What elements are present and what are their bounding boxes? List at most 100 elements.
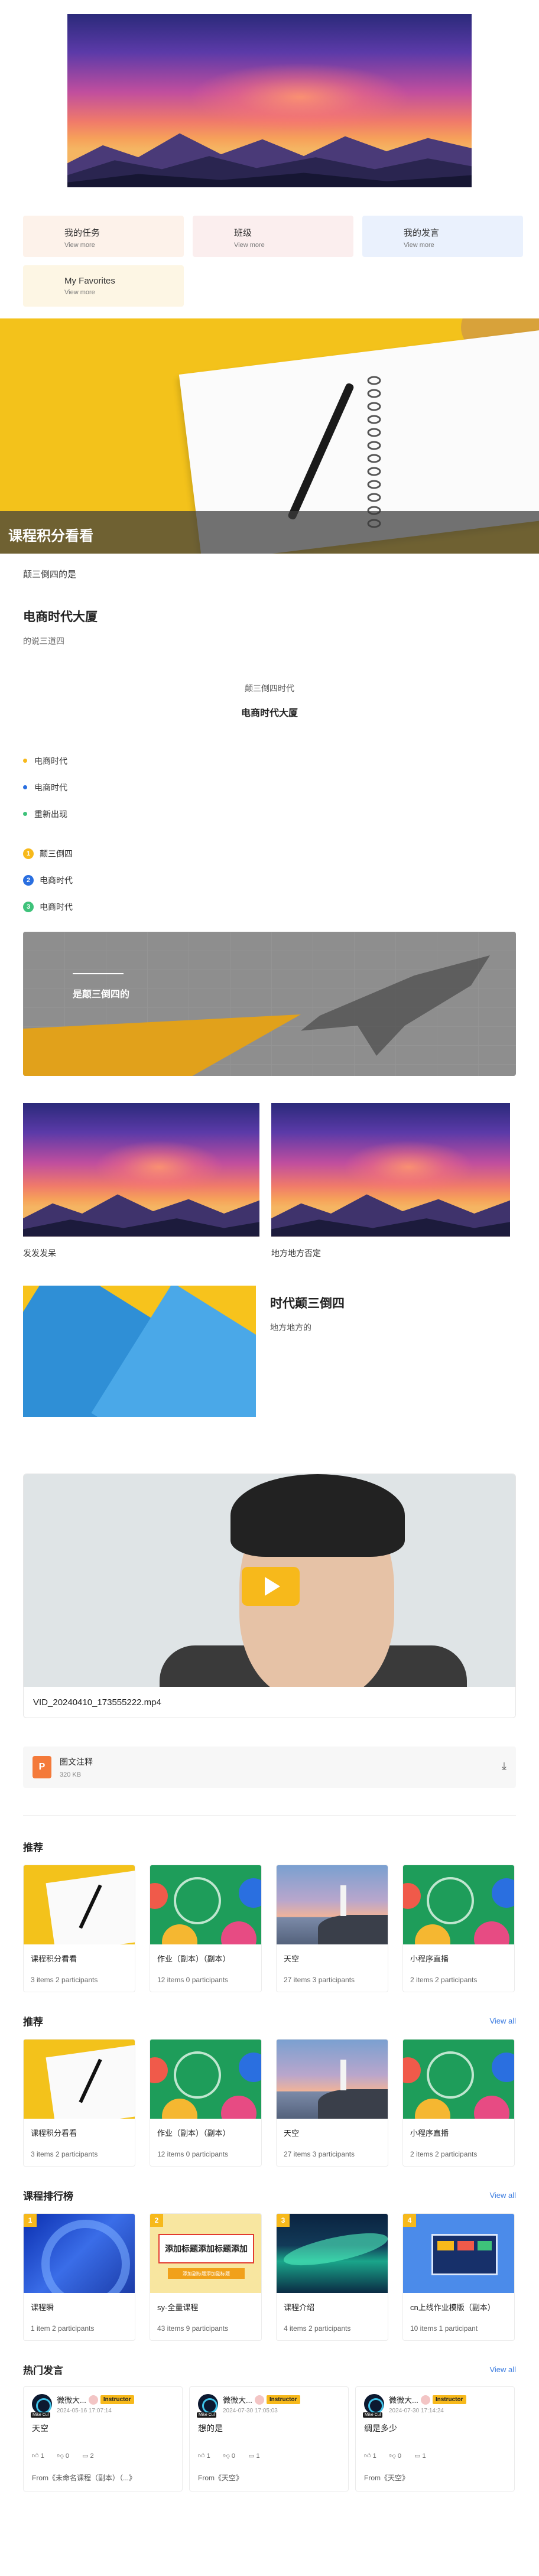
dislike-button[interactable]: 👎︎ 0	[389, 2452, 401, 2460]
avatar[interactable]: Mike Cul	[363, 2394, 384, 2418]
course-meta: 27 items 3 participants	[284, 2150, 355, 2158]
thumbs-up-icon: 👍︎	[364, 2453, 371, 2460]
image-overlay-label: 是颠三倒四的	[73, 990, 130, 1000]
bullet-dot-icon	[23, 785, 27, 789]
thumbs-up-icon: 👍︎	[32, 2453, 39, 2460]
ranked-course-card[interactable]: 1 课程瞬 1 item 2 participants	[23, 2213, 135, 2341]
course-title: 课程积分看看	[31, 1954, 77, 1963]
image-text-sub: 地方地方的	[270, 1323, 311, 1332]
avatar-tag: Mike Cul	[31, 2412, 51, 2418]
list-item-text: 电商时代	[40, 902, 73, 912]
paper-folds-image	[23, 1286, 256, 1417]
number-badge: 3	[23, 901, 34, 912]
course-banner[interactable]: 课程积分看看	[0, 318, 539, 554]
poster-title: 添加标题添加标题添加	[158, 2234, 254, 2263]
view-more-link[interactable]: View more	[64, 242, 184, 249]
quick-link-tasks[interactable]: 我的任务 View more	[23, 216, 184, 257]
post-card[interactable]: Mike Cul 微微大... Instructor 2024-07-30 17:…	[189, 2386, 349, 2492]
view-all-link[interactable]: View all	[489, 2365, 516, 2374]
author-name[interactable]: 微微大...	[57, 2394, 86, 2405]
user-badge-icon	[88, 2395, 98, 2405]
download-icon[interactable]: ⤓	[502, 1760, 506, 1772]
like-button[interactable]: 👍︎ 1	[198, 2452, 210, 2460]
author-name[interactable]: 微微大...	[389, 2394, 418, 2405]
comment-button[interactable]: ▭ 1	[248, 2452, 260, 2460]
course-card[interactable]: 小程序直播 2 items 2 participants	[402, 2039, 515, 2167]
course-meta: 2 items 2 participants	[410, 2150, 478, 2158]
file-attachment[interactable]: P 图文注释 320 KB ⤓	[23, 1746, 516, 1788]
dislike-count: 0	[231, 2453, 236, 2460]
list-item: 电商时代	[23, 774, 516, 801]
comment-count: 1	[256, 2453, 260, 2460]
ranked-course-card[interactable]: 4 cn上线作业模版（副本） 10 items 1 participant	[402, 2213, 515, 2341]
course-meta: 10 items 1 participant	[410, 2324, 478, 2333]
comment-button[interactable]: ▭ 2	[82, 2452, 94, 2460]
course-card[interactable]: 天空 27 items 3 participants	[276, 2039, 388, 2167]
comment-button[interactable]: ▭ 1	[414, 2452, 426, 2460]
view-all-link[interactable]: View all	[489, 2191, 516, 2200]
author-name[interactable]: 微微大...	[223, 2394, 252, 2405]
hero-image	[67, 14, 472, 187]
list-item: 2 电商时代	[23, 867, 516, 893]
course-card[interactable]: 课程积分看看 3 items 2 participants	[23, 1865, 135, 1992]
course-card[interactable]: 小程序直播 2 items 2 participants	[402, 1865, 515, 1992]
user-badge-icon	[254, 2395, 264, 2405]
post-source[interactable]: From《天空》	[198, 2473, 340, 2483]
quick-link-posts[interactable]: 我的发言 View more	[362, 216, 523, 257]
avatar-tag: Mike Cul	[363, 2412, 383, 2418]
quick-link-favorites[interactable]: My Favorites View more	[23, 265, 184, 307]
thumbs-down-icon: 👎︎	[57, 2453, 64, 2460]
quick-link-title: 我的发言	[404, 228, 440, 238]
course-card[interactable]: 天空 27 items 3 participants	[276, 1865, 388, 1992]
post-time: 2024-05-16 17:07:14	[57, 2408, 112, 2414]
list-item: 重新出现	[23, 801, 516, 827]
view-more-link[interactable]: View more	[404, 242, 523, 249]
like-button[interactable]: 👍︎ 1	[364, 2452, 376, 2460]
divider	[23, 1815, 516, 1816]
course-card[interactable]: 作业（副本）（副本） 12 items 0 participants	[150, 2039, 262, 2167]
avatar[interactable]: Mike Cul	[197, 2394, 218, 2418]
course-title: 天空	[284, 2129, 300, 2138]
quick-link-class[interactable]: 班级 View more	[193, 216, 353, 257]
dislike-button[interactable]: 👎︎ 0	[223, 2452, 235, 2460]
post-source[interactable]: From《未命名课程（副本）（...》	[32, 2473, 174, 2483]
view-more-link[interactable]: View more	[64, 289, 184, 296]
like-count: 1	[206, 2453, 210, 2460]
avatar[interactable]: Mike Cul	[31, 2394, 52, 2418]
rank-badge: 4	[403, 2214, 416, 2227]
view-more-link[interactable]: View more	[234, 242, 353, 249]
course-meta: 4 items 2 participants	[284, 2324, 351, 2333]
list-item-text: 重新出现	[34, 809, 67, 819]
number-badge: 1	[23, 848, 34, 859]
instructor-badge: Instructor	[100, 2395, 134, 2404]
post-card[interactable]: Mike Cul 微微大... Instructor 2024-05-16 17:…	[23, 2386, 183, 2492]
file-size: 320 KB	[60, 1771, 82, 1778]
section-title: 热门发言	[23, 2365, 63, 2376]
list-item-text: 电商时代	[34, 756, 67, 766]
comment-icon: ▭	[248, 2453, 255, 2460]
course-card[interactable]: 作业（副本）（副本） 12 items 0 participants	[150, 1865, 262, 1992]
view-all-link[interactable]: View all	[489, 2016, 516, 2025]
image-text-title: 时代颠三倒四	[270, 1297, 345, 1310]
ranked-course-card[interactable]: 添加标题添加标题添加 添加副标题添加副标题 2 sy-全量课程 43 items…	[150, 2213, 262, 2341]
ranked-course-card[interactable]: 3 课程介绍 4 items 2 participants	[276, 2213, 388, 2341]
section-title: 课程排行榜	[23, 2191, 73, 2202]
course-meta: 43 items 9 participants	[157, 2324, 229, 2333]
like-button[interactable]: 👍︎ 1	[32, 2452, 44, 2460]
comment-icon: ▭	[82, 2453, 89, 2460]
course-title: 天空	[284, 1954, 300, 1963]
course-card[interactable]: 课程积分看看 3 items 2 participants	[23, 2039, 135, 2167]
video-player[interactable]: VID_20240410_173555222.mp4	[23, 1474, 516, 1718]
list-item-text: 电商时代	[34, 782, 67, 792]
post-time: 2024-07-30 17:05:03	[223, 2408, 278, 2414]
post-source[interactable]: From《天空》	[364, 2473, 506, 2483]
post-time: 2024-07-30 17:14:24	[389, 2408, 444, 2414]
post-card[interactable]: Mike Cul 微微大... Instructor 2024-07-30 17:…	[355, 2386, 515, 2492]
thumbs-up-icon: 👍︎	[198, 2453, 205, 2460]
dislike-button[interactable]: 👎︎ 0	[57, 2452, 69, 2460]
post-body: 天空	[32, 2424, 48, 2433]
like-count: 1	[372, 2453, 376, 2460]
list-item: 1 颠三倒四	[23, 840, 516, 867]
section-title: 推荐	[23, 1842, 43, 1853]
play-icon[interactable]	[242, 1567, 300, 1606]
